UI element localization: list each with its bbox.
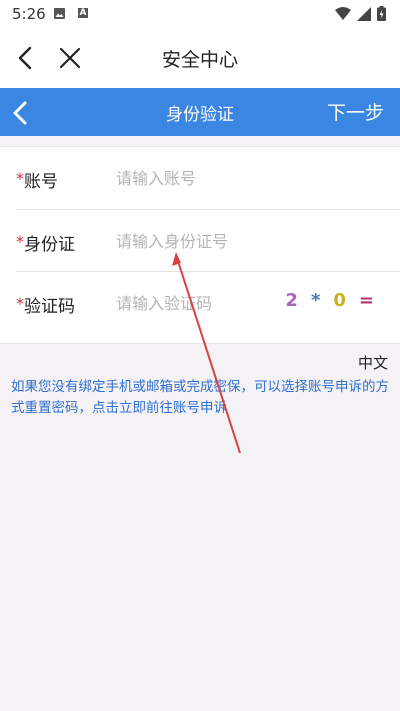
page-title: 安全中心: [161, 49, 238, 71]
next-step-button[interactable]: 下一步: [327, 98, 384, 125]
captcha-input[interactable]: [116, 289, 286, 317]
required-mark: *: [16, 232, 24, 251]
captcha-char: *: [310, 290, 321, 311]
id-card-input[interactable]: [116, 227, 286, 255]
identity-verification-header: 身份验证 下一步: [0, 88, 400, 136]
captcha-row: * 验证码 2 * 0 =: [0, 272, 400, 334]
captcha-char: 2: [285, 290, 298, 311]
captcha-label: 验证码: [24, 297, 75, 317]
wifi-icon: [335, 6, 351, 20]
account-appeal-link[interactable]: 点击立即前往账号申诉: [92, 400, 227, 416]
status-icons: [335, 6, 386, 21]
required-mark: *: [16, 169, 24, 188]
signal-icon: [357, 6, 371, 21]
battery-icon: [377, 6, 386, 21]
language-toggle[interactable]: 中文: [358, 352, 388, 373]
status-bar: 5:26 A: [0, 0, 400, 28]
a-notification-icon: A: [78, 8, 88, 18]
top-nav-bar: 安全中心: [0, 28, 400, 88]
account-input[interactable]: [116, 164, 286, 192]
id-card-label: 身份证: [24, 235, 75, 255]
id-card-row: * 身份证: [0, 210, 400, 272]
captcha-image[interactable]: 2 * 0 =: [285, 290, 374, 311]
image-notification-icon: [54, 8, 65, 19]
verification-form: * 账号 * 身份证 * 验证码 2 * 0 =: [0, 146, 400, 344]
required-mark: *: [16, 294, 24, 313]
account-appeal-hint: 如果您没有绑定手机或邮箱或完成密保，可以选择账号申诉的方式重置密码，点击立即前往…: [11, 377, 391, 419]
account-label: 账号: [24, 172, 58, 192]
status-time: 5:26: [12, 5, 46, 23]
captcha-char: 0: [333, 290, 346, 311]
captcha-char: =: [358, 290, 374, 311]
account-row: * 账号: [0, 147, 400, 209]
